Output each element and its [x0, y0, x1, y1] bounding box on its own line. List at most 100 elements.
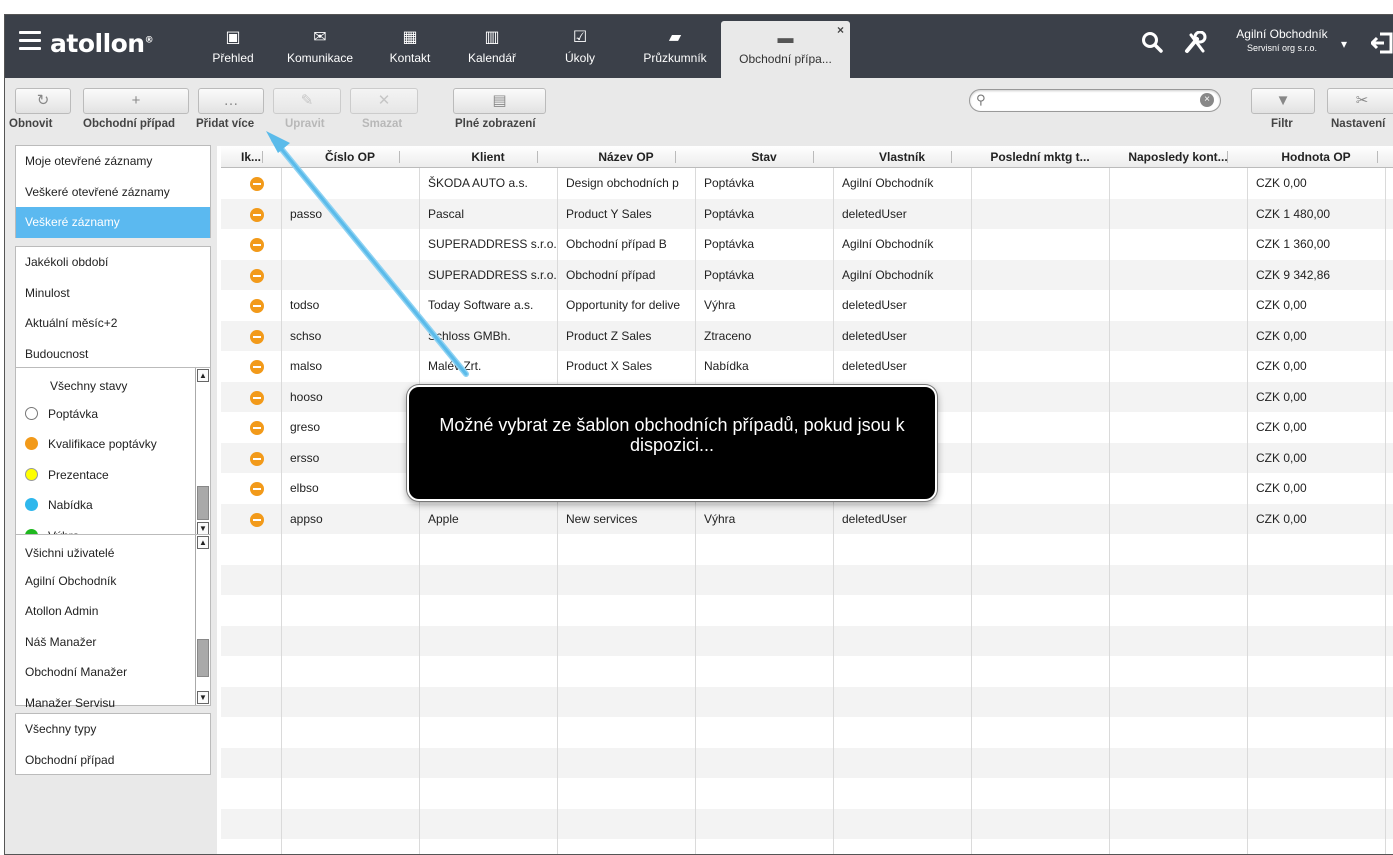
new-opportunity-label: Obchodní případ [83, 118, 175, 130]
table-cell: Nabídka [704, 359, 749, 373]
table-cell [980, 351, 1108, 381]
tab-contact[interactable]: ▦ Kontakt [380, 15, 440, 78]
full-view-button[interactable]: ▤ [453, 88, 546, 114]
add-more-label: Přidat více [196, 118, 255, 130]
tab-calendar[interactable]: ▥ Kalendář [458, 15, 526, 78]
table-cell: Apple [428, 511, 459, 526]
clear-search-icon[interactable]: × [1200, 93, 1214, 107]
table-cell: Design obchodních p [566, 176, 679, 190]
table-row[interactable]: todso Today Software a.s. Opportunity for … [221, 290, 1393, 321]
filter-panel: Moje otevřené záznamy Veškeré otevřené z… [5, 145, 217, 854]
refresh-button[interactable]: ↻ [15, 88, 71, 114]
scroll-up-icon[interactable]: ▲ [197, 369, 209, 382]
filter-status-offer[interactable]: Nabídka [16, 490, 210, 521]
table-row [221, 717, 1393, 748]
opportunity-status-icon [250, 177, 264, 191]
filter-label: Filtr [1271, 118, 1293, 130]
filter-user-agile-salesman[interactable]: Agilní Obchodník [16, 566, 210, 597]
filter-any-period[interactable]: Jakékoli období [16, 247, 210, 278]
column-header-icon[interactable]: Ik... [221, 146, 281, 168]
opportunity-status-icon [250, 299, 264, 313]
filter-current-month-plus-2[interactable]: Aktuální měsíc+2 [16, 308, 210, 339]
add-more-button[interactable]: … [198, 88, 264, 114]
logout-icon[interactable] [1369, 31, 1393, 61]
filter-past[interactable]: Minulost [16, 278, 210, 309]
edit-button[interactable]: ✎ [273, 88, 341, 114]
filter-all-users[interactable]: Všichni uživatelé [16, 535, 210, 566]
filter-user-sales-manager[interactable]: Obchodní Manažer [16, 657, 210, 688]
search-small-icon: ⚲ [976, 92, 986, 107]
period-list: Jakékoli období Minulost Aktuální měsíc+… [15, 246, 211, 369]
scroll-up-icon[interactable]: ▲ [197, 536, 209, 549]
scrollbar-thumb[interactable] [197, 639, 209, 677]
table-cell [1118, 412, 1246, 442]
tab-overview[interactable]: ▣ Přehled [205, 15, 261, 78]
tab-tasks[interactable]: ☑ Úkoly [560, 15, 600, 78]
table-row[interactable]: SUPERADDRESS s.r.o. Obchodní případ B Popt… [221, 229, 1393, 260]
close-tab-icon[interactable]: × [837, 23, 844, 37]
filter-my-open-records[interactable]: Moje otevřené záznamy [16, 146, 210, 177]
table-row[interactable]: SUPERADDRESS s.r.o. Obchodní případ Poptáv… [221, 259, 1393, 290]
table-row[interactable]: schso Schloss GMBh. Product Z Sales Ztracen… [221, 320, 1393, 351]
search-input[interactable] [992, 93, 1192, 109]
type-list: Všechny typy Obchodní případ [15, 713, 211, 775]
filter-status-qualification[interactable]: Kvalifikace poptávky [16, 429, 210, 460]
briefcase-icon: ▬ [777, 30, 794, 47]
opportunity-status-icon [250, 421, 264, 435]
delete-button[interactable]: ✕ [350, 88, 418, 114]
column-header-last-mktg[interactable]: Poslední mktg t... [971, 146, 1109, 168]
new-opportunity-button[interactable]: + [83, 88, 189, 114]
filter-type-opportunity[interactable]: Obchodní případ [16, 745, 210, 776]
tab-explorer[interactable]: ▰ Průzkumník [635, 15, 715, 78]
search-icon[interactable] [1141, 31, 1163, 59]
column-header-value[interactable]: Hodnota OP [1247, 146, 1385, 168]
table-row[interactable]: ŠKODA AUTO a.s. Design obchodních p Poptáv… [221, 168, 1393, 199]
table-row[interactable]: appso Apple New services Výhra deletedUser CZ… [221, 503, 1393, 534]
table-cell: deletedUser [842, 298, 907, 312]
table-cell [1118, 351, 1246, 381]
table-cell: Product Z Sales [566, 328, 652, 343]
table-row[interactable]: passo Pascal Product Y Sales Poptávka delete… [221, 198, 1393, 229]
tab-opportunities[interactable]: ▬ Obchodní přípa... × [721, 21, 850, 78]
table-cell: deletedUser [842, 206, 907, 221]
tools-small-icon: ✂ [1355, 92, 1369, 109]
table-cell [980, 260, 1108, 290]
filter-all-open-records[interactable]: Veškeré otevřené záznamy [16, 177, 210, 208]
table-cell [290, 168, 418, 198]
table-cell [980, 321, 1108, 351]
full-view-label: Plné zobrazení [455, 118, 536, 130]
scrollbar-thumb[interactable] [197, 486, 209, 520]
filter-all-statuses[interactable]: Všechny stavy [16, 368, 210, 399]
table-cell: Product Y Sales [566, 206, 652, 221]
search-field[interactable]: ⚲ × [969, 89, 1221, 112]
table-cell: ersso [290, 450, 320, 465]
table-cell: CZK 0,00 [1256, 481, 1307, 495]
table-cell [1118, 321, 1246, 351]
user-list-scrollbar[interactable]: ▲ ▼ [195, 535, 210, 705]
tools-icon[interactable] [1183, 30, 1209, 61]
table-cell [290, 229, 418, 259]
filter-button[interactable]: ▼ [1251, 88, 1315, 114]
filter-status-inquiry[interactable]: Poptávka [16, 399, 210, 430]
filter-future[interactable]: Budoucnost [16, 339, 210, 370]
opportunity-status-icon [250, 360, 264, 374]
app-window: atollon® ▣ Přehled ✉ Komunikace ▦ Kontak… [4, 14, 1393, 855]
table-cell [1118, 504, 1246, 534]
status-list-scrollbar[interactable]: ▲ ▼ [195, 368, 210, 536]
filter-all-records[interactable]: Veškeré záznamy [16, 207, 210, 238]
table-row [221, 625, 1393, 656]
filter-all-types[interactable]: Všechny typy [16, 714, 210, 745]
table-cell: CZK 1 360,00 [1256, 237, 1331, 251]
filter-user-atollon-admin[interactable]: Atollon Admin [16, 596, 210, 627]
delete-x-icon: ✕ [377, 92, 391, 109]
filter-user-our-manager[interactable]: Náš Manažer [16, 627, 210, 658]
tab-communication[interactable]: ✉ Komunikace [280, 15, 360, 78]
filter-status-presentation[interactable]: Prezentace [16, 460, 210, 491]
hamburger-menu-icon[interactable] [19, 31, 41, 50]
settings-button[interactable]: ✂ [1327, 88, 1393, 114]
user-menu[interactable]: Agilní Obchodník Servisní org s.r.o. ▾ [1227, 27, 1347, 53]
table-row[interactable]: malso Malév Zrt. Product X Sales Nabídka del… [221, 351, 1393, 382]
refresh-label: Obnovit [9, 118, 53, 130]
scroll-down-icon[interactable]: ▼ [197, 691, 209, 704]
full-view-icon: ▤ [492, 92, 507, 109]
